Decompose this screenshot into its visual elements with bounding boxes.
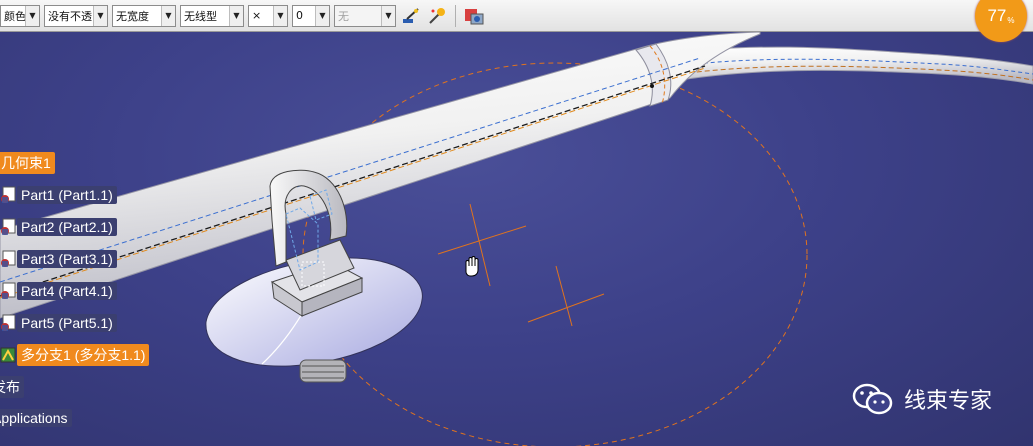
hand-cursor-icon [465, 256, 479, 277]
zoom-unit: % [1007, 15, 1015, 25]
wand-icon [429, 7, 445, 24]
layer-properties-icon [465, 8, 484, 24]
tree-item-label: Part2 (Part2.1) [17, 218, 117, 236]
chevron-down-icon[interactable]: ▼ [25, 5, 39, 26]
3d-scene[interactable] [0, 0, 1033, 446]
linetype-combo-value: 无线型 [184, 9, 217, 23]
construction-cross-2 [527, 265, 605, 327]
layer-properties-button[interactable] [463, 5, 485, 27]
graphic-properties-toolbar: 颜色 ▼ 没有不透 ▼ 无宽度 ▼ 无线型 ▼ × ▼ 0 ▼ 无 ▼ [0, 0, 1033, 32]
watermark: 线束专家 [852, 382, 992, 416]
point-style-combo[interactable]: × ▼ [248, 4, 288, 27]
tree-item-applications[interactable]: Applications [0, 407, 72, 429]
painter-brush-button[interactable] [400, 5, 422, 27]
toolbar-separator [455, 4, 456, 27]
color-combo[interactable]: 颜色 ▼ [0, 4, 40, 27]
linetype-combo[interactable]: 无线型 ▼ [180, 4, 244, 27]
graphic-properties-button[interactable] [426, 5, 448, 27]
chevron-down-icon[interactable]: ▼ [315, 5, 329, 26]
chevron-down-icon[interactable]: ▼ [229, 5, 243, 26]
tree-item-publish[interactable]: 发布 [0, 376, 24, 398]
filter-combo-value: 无 [338, 9, 349, 23]
tree-item-part4[interactable]: Part4 (Part4.1) [0, 280, 117, 302]
tree-item-label: Part3 (Part3.1) [17, 250, 117, 268]
chevron-down-icon[interactable]: ▼ [93, 5, 107, 26]
tree-item-label: Part5 (Part5.1) [17, 314, 117, 332]
tree-item-label: Part4 (Part4.1) [17, 282, 117, 300]
tree-root-label: 几何束1 [0, 152, 55, 174]
tree-item-part3[interactable]: Part3 (Part3.1) [0, 248, 117, 270]
transparency-combo[interactable]: 没有不透 ▼ [44, 4, 108, 27]
paint-brush-icon [403, 7, 419, 23]
tree-item-part2[interactable]: Part2 (Part2.1) [0, 216, 117, 238]
part-icon [0, 186, 16, 204]
chevron-down-icon[interactable]: ▼ [273, 5, 287, 26]
watermark-text: 线束专家 [904, 389, 993, 414]
threaded-stud[interactable] [299, 359, 347, 383]
tree-item-label: 发布 [0, 376, 24, 398]
tree-item-multi-branch[interactable]: 多分支1 (多分支1.1) [0, 344, 150, 366]
tree-item-label: 多分支1 (多分支1.1) [17, 344, 150, 366]
chevron-down-icon[interactable]: ▼ [381, 5, 395, 26]
3d-viewport[interactable]: 颜色 ▼ 没有不透 ▼ 无宽度 ▼ 无线型 ▼ × ▼ 0 ▼ 无 ▼ 77 %… [0, 0, 1033, 446]
point-style-combo-value: × [252, 9, 262, 22]
tree-item-label: Part1 (Part1.1) [17, 186, 117, 204]
point-marker [650, 84, 654, 88]
part-icon [0, 282, 16, 300]
filter-combo[interactable]: 无 ▼ [334, 4, 396, 27]
transparency-combo-value: 没有不透 [48, 9, 92, 23]
part-icon [0, 314, 16, 332]
tree-item-part5[interactable]: Part5 (Part5.1) [0, 312, 117, 334]
linewidth-combo-value: 无宽度 [116, 9, 149, 23]
construction-cross-1 [437, 203, 527, 287]
linewidth-combo[interactable]: 无宽度 ▼ [112, 4, 176, 27]
zoom-value: 77 [987, 6, 1007, 25]
color-combo-value: 颜色 [4, 9, 25, 23]
wechat-icon [852, 383, 893, 415]
tree-item-part1[interactable]: Part1 (Part1.1) [0, 184, 117, 206]
chevron-down-icon[interactable]: ▼ [161, 5, 175, 26]
part-icon [0, 250, 16, 268]
layer-combo[interactable]: 0 ▼ [292, 4, 330, 27]
multi-branch-icon [0, 346, 16, 364]
layer-combo-value: 0 [296, 9, 303, 22]
part-icon [0, 218, 16, 236]
tree-root-node[interactable]: 几何束1 [0, 152, 55, 174]
tree-item-label: Applications [0, 409, 72, 427]
